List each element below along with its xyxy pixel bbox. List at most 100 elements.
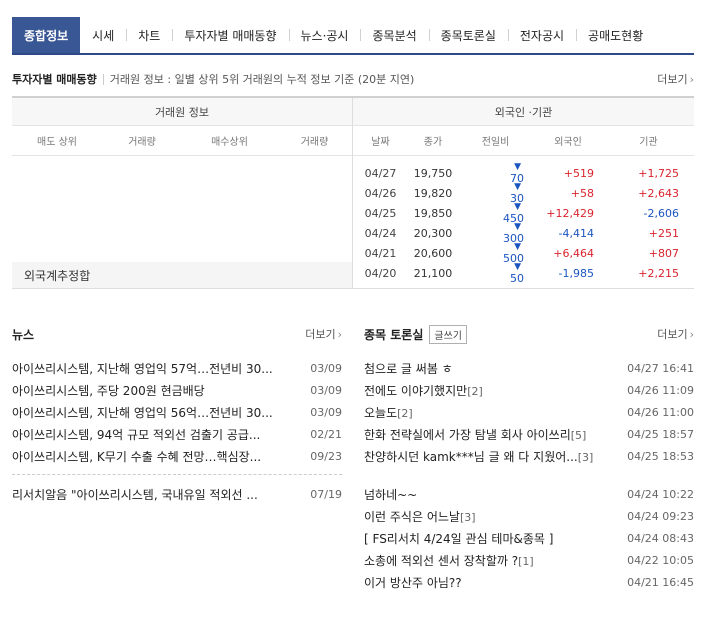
post-title[interactable]: 한화 전략실에서 가장 탐낼 회사 아이쓰리[5] — [364, 426, 614, 443]
news-date: 03/09 — [310, 361, 342, 375]
news-date: 02/21 — [310, 427, 342, 441]
row-foreign: -4,414 — [558, 226, 594, 240]
col-foreign: 외국인 — [554, 137, 582, 148]
table-row: 04/27 19,750 ▼ 70 +519 +1,725 — [353, 162, 694, 185]
list-item[interactable]: 아이쓰리시스템, 지난해 영업익 56억…전년비 30... 03/09 — [12, 401, 342, 423]
research-date: 07/19 — [310, 487, 342, 501]
col-sell-volume: 거래량 — [128, 137, 156, 148]
row-date: 04/26 — [364, 186, 397, 200]
news-title: 뉴스 — [12, 327, 35, 342]
broker-group-header: 거래원 정보 — [12, 98, 352, 126]
main-tabs: 종합정보 시세 차트 투자자별 매매동향 뉴스·공시 종목분석 종목토론실 전자… — [12, 17, 694, 55]
news-headline[interactable]: 아이쓰리시스템, 94억 규모 적외선 검출기 공급... — [12, 426, 297, 443]
list-item[interactable]: 아이쓰리시스템, 94억 규모 적외선 검출기 공급... 02/21 — [12, 423, 342, 445]
row-close: 20,600 — [413, 246, 453, 260]
row-date: 04/25 — [364, 206, 397, 220]
board-more-link[interactable]: 더보기 › — [657, 326, 694, 342]
list-item[interactable]: 첨으로 글 써봄 ㅎ 04/27 16:41 — [364, 357, 694, 379]
row-institution: -2,606 — [643, 206, 679, 220]
row-date: 04/24 — [364, 226, 397, 240]
investor-section-title: 투자자별 매매동향 — [12, 73, 97, 86]
list-item[interactable]: [ FS리서치 4/24일 관심 테마&종목 ] 04/24 08:43 — [364, 527, 694, 549]
row-institution: +251 — [648, 226, 679, 240]
board-header: 종목 토론실 글쓰기 더보기 › — [364, 324, 694, 344]
tab-e-disclosure[interactable]: 전자공시 — [507, 17, 576, 53]
list-item[interactable]: 리서치알음 "아이쓰리시스템, 국내유일 적외선 ... 07/19 — [12, 483, 342, 505]
research-list: 리서치알음 "아이쓰리시스템, 국내유일 적외선 ... 07/19 — [12, 483, 342, 505]
post-title[interactable]: [ FS리서치 4/24일 관심 테마&종목 ] — [364, 530, 614, 547]
row-foreign: +519 — [563, 166, 594, 180]
list-item[interactable]: 찬양하시던 kamk***님 글 왜 다 지웠어...[3] 04/25 18:5… — [364, 445, 694, 467]
col-sell-top: 매도 상위 — [37, 137, 77, 148]
news-headline[interactable]: 아이쓰리시스템, 주당 200원 현금배당 — [12, 382, 297, 399]
post-title[interactable]: 넘하네~~ — [364, 486, 614, 503]
news-headline[interactable]: 아이쓰리시스템, K무기 수출 수혜 전망…핵심장... — [12, 448, 297, 465]
chevron-right-icon: › — [337, 328, 342, 341]
investor-section-header: 투자자별 매매동향 거래원 정보 : 일별 상위 5위 거래원의 누적 정보 기… — [12, 67, 694, 91]
foreign-inst-rows: 04/27 19,750 ▼ 70 +519 +1,725 04/26 19,82… — [353, 162, 694, 285]
post-title[interactable]: 오늘도[2] — [364, 404, 614, 421]
list-item[interactable]: 아이쓰리시스템, 주당 200원 현금배당 03/09 — [12, 379, 342, 401]
board-list-2: 넘하네~~ 04/24 10:22 이런 주식은 어느날[3] 04/24 09:2… — [364, 483, 694, 593]
table-row: 04/20 21,100 ▼ 50 -1,985 +2,215 — [353, 262, 694, 285]
tab-analysis[interactable]: 종목분석 — [360, 17, 428, 53]
tab-investor-trend[interactable]: 투자자별 매매동향 — [172, 17, 288, 53]
row-foreign: -1,985 — [558, 266, 594, 280]
row-date: 04/20 — [364, 266, 397, 280]
list-item[interactable]: 오늘도[2] 04/26 11:00 — [364, 401, 694, 423]
news-list: 아이쓰리시스템, 지난해 영업익 57억…전년비 30... 03/09 아이쓰리… — [12, 357, 342, 467]
post-date: 04/24 08:43 — [627, 531, 694, 545]
tab-discussion[interactable]: 종목토론실 — [428, 17, 508, 53]
col-close: 종가 — [423, 137, 443, 148]
title-divider — [102, 73, 104, 85]
tab-chart[interactable]: 차트 — [126, 17, 172, 53]
post-date: 04/21 16:45 — [627, 575, 694, 589]
col-institution: 기관 — [639, 137, 658, 148]
news-headline[interactable]: 아이쓰리시스템, 지난해 영업익 57억…전년비 30... — [12, 360, 297, 377]
foreign-column-headers: 날짜 종가 전일비 외국인 기관 — [353, 126, 694, 156]
investor-section-desc: 거래원 정보 : 일별 상위 5위 거래원의 누적 정보 기준 (20분 지연) — [109, 73, 415, 86]
list-item[interactable]: 이거 방산주 아님?? 04/21 16:45 — [364, 571, 694, 593]
foreign-total-label: 외국계추정합 — [12, 262, 352, 288]
post-title[interactable]: 전에도 이야기했지만[2] — [364, 382, 614, 399]
post-date: 04/25 18:53 — [627, 449, 694, 463]
news-more-link[interactable]: 더보기 › — [305, 326, 342, 342]
list-item[interactable]: 아이쓰리시스템, 지난해 영업익 57억…전년비 30... 03/09 — [12, 357, 342, 379]
chevron-right-icon: › — [689, 328, 694, 341]
investor-more-link[interactable]: 더보기 › — [657, 71, 694, 87]
post-date: 04/24 10:22 — [627, 487, 694, 501]
row-institution: +2,643 — [638, 186, 679, 200]
list-item[interactable]: 한화 전략실에서 가장 탐낼 회사 아이쓰리[5] 04/25 18:57 — [364, 423, 694, 445]
foreign-inst-panel: 외국인 ·기관 날짜 종가 전일비 외국인 기관 04/27 19,750 ▼ 7… — [353, 98, 694, 288]
col-date: 날짜 — [371, 137, 390, 148]
post-title[interactable]: 이런 주식은 어느날[3] — [364, 508, 614, 525]
post-date: 04/26 11:09 — [627, 383, 694, 397]
row-institution: +1,725 — [638, 166, 679, 180]
list-item[interactable]: 이런 주식은 어느날[3] 04/24 09:23 — [364, 505, 694, 527]
write-post-button[interactable]: 글쓰기 — [429, 324, 467, 344]
list-item[interactable]: 넘하네~~ 04/24 10:22 — [364, 483, 694, 505]
news-header: 뉴스 더보기 › — [12, 324, 342, 344]
post-title[interactable]: 소총에 적외선 센서 장착할까 ?[1] — [364, 552, 614, 569]
row-close: 19,750 — [413, 166, 453, 180]
down-triangle-icon: ▼ — [514, 201, 521, 212]
row-institution: +807 — [648, 246, 679, 260]
research-headline[interactable]: 리서치알음 "아이쓰리시스템, 국내유일 적외선 ... — [12, 486, 297, 503]
down-triangle-icon: ▼ — [514, 221, 521, 232]
list-item[interactable]: 전에도 이야기했지만[2] 04/26 11:09 — [364, 379, 694, 401]
post-title[interactable]: 이거 방산주 아님?? — [364, 574, 614, 591]
news-headline[interactable]: 아이쓰리시스템, 지난해 영업익 56억…전년비 30... — [12, 404, 297, 421]
row-institution: +2,215 — [638, 266, 679, 280]
post-date: 04/24 09:23 — [627, 509, 694, 523]
tab-price[interactable]: 시세 — [80, 17, 126, 53]
list-item[interactable]: 아이쓰리시스템, K무기 수출 수혜 전망…핵심장... 09/23 — [12, 445, 342, 467]
tab-overview[interactable]: 종합정보 — [12, 17, 81, 53]
tab-short-selling[interactable]: 공매도현황 — [576, 17, 655, 53]
table-row: 04/25 19,850 ▼ 450 +12,429 -2,606 — [353, 201, 694, 225]
tab-news-disclosure[interactable]: 뉴스·공시 — [288, 17, 361, 53]
row-foreign: +12,429 — [546, 206, 594, 220]
row-close: 20,300 — [413, 226, 453, 240]
post-title[interactable]: 찬양하시던 kamk***님 글 왜 다 지웠어...[3] — [364, 448, 614, 465]
list-item[interactable]: 소총에 적외선 센서 장착할까 ?[1] 04/22 10:05 — [364, 549, 694, 571]
post-title[interactable]: 첨으로 글 써봄 ㅎ — [364, 360, 614, 377]
